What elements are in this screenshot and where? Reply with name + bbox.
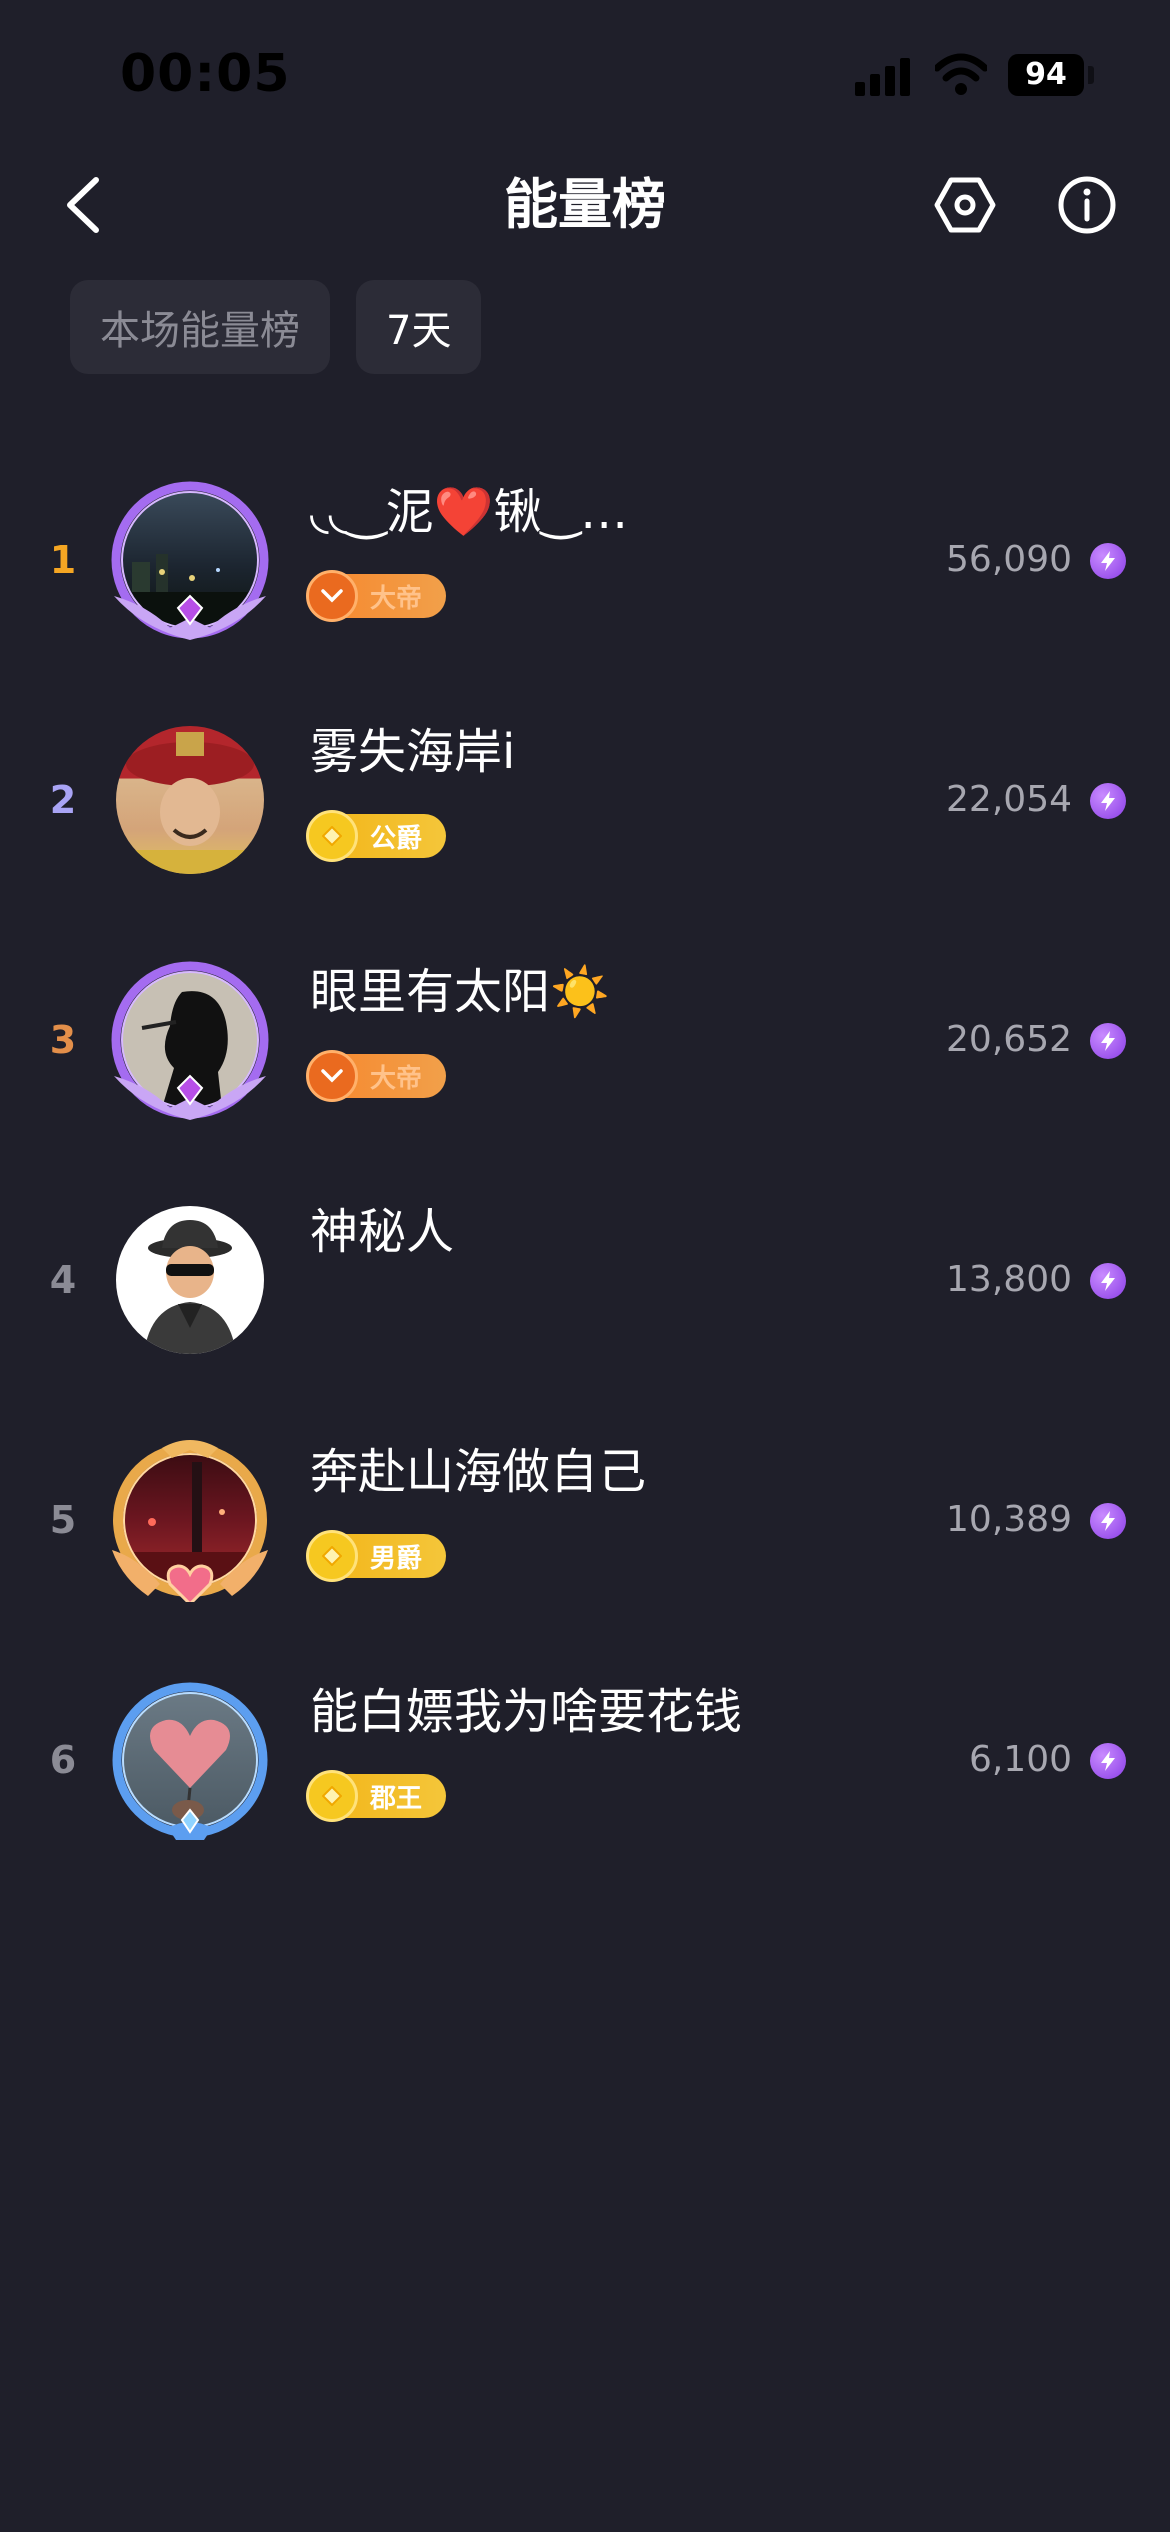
user-name: 奔赴山海做自己: [310, 1444, 647, 1500]
ranking-row[interactable]: 2 雾失海岸i 公爵 22,054: [0, 680, 1170, 920]
ranking-row[interactable]: 3 眼里有太阳☀️ 大帝 20,652: [0, 920, 1170, 1160]
lightning-icon: [1090, 1503, 1126, 1539]
avatar[interactable]: [108, 1678, 272, 1842]
info-button[interactable]: [1056, 174, 1118, 236]
avatar[interactable]: [108, 958, 272, 1122]
user-name: 眼里有太阳☀️: [310, 964, 610, 1020]
mystery-man-icon: [116, 1206, 264, 1354]
battery-tip: [1088, 66, 1094, 84]
header: 能量榜: [0, 160, 1170, 250]
rank-number: 5: [49, 1498, 77, 1542]
lightning-icon: [1090, 783, 1126, 819]
cellular-signal-icon: [855, 56, 915, 96]
avatar[interactable]: [108, 478, 272, 642]
user-name: ◟◟‿泥❤️锹‿…: [310, 484, 629, 540]
period-tabs: 本场能量榜 7天: [70, 280, 482, 374]
lightning-icon: [1090, 1743, 1126, 1779]
badge-label: 大帝: [370, 1063, 423, 1094]
ranking-row[interactable]: 5 奔赴山海做自己 男爵 10,389: [0, 1400, 1170, 1640]
level-badge: 男爵: [306, 1530, 446, 1582]
energy-score: 13,800: [946, 1259, 1072, 1300]
diamond-badge-icon: [306, 810, 358, 862]
tab-7-days[interactable]: 7天: [356, 280, 482, 374]
ranking-list: 1 ◟◟‿泥❤️锹‿… 大帝 56,090 2 雾失海岸i 公爵 22,054 …: [0, 440, 1170, 1880]
lightning-icon: [1090, 1263, 1126, 1299]
avatar[interactable]: [108, 1198, 272, 1362]
avatar[interactable]: [108, 1438, 272, 1602]
info-circle-icon: [1058, 176, 1116, 234]
energy-score: 10,389: [946, 1499, 1072, 1540]
rank-number: 4: [49, 1258, 77, 1302]
ranking-row[interactable]: 4 神秘人 13,800: [0, 1160, 1170, 1400]
energy-score: 56,090: [946, 539, 1072, 580]
energy-score: 20,652: [946, 1019, 1072, 1060]
avatar-image: [122, 972, 258, 1108]
settings-button[interactable]: [934, 174, 996, 236]
status-time: 00:05: [120, 44, 291, 104]
ranking-row[interactable]: 1 ◟◟‿泥❤️锹‿… 大帝 56,090: [0, 440, 1170, 680]
rank-number: 3: [49, 1018, 77, 1062]
energy-score: 22,054: [946, 779, 1072, 820]
lightning-icon: [1090, 543, 1126, 579]
ranking-row[interactable]: 6 能白嫖我为啥要花钱 郡王 6,100: [0, 1640, 1170, 1880]
avatar-image: [122, 1452, 258, 1588]
level-badge: 大帝: [306, 570, 446, 622]
level-badge: 大帝: [306, 1050, 446, 1102]
badge-label: 大帝: [370, 583, 423, 614]
rank-number: 6: [49, 1738, 77, 1782]
lightning-icon: [1090, 1023, 1126, 1059]
battery-level: 94: [1008, 54, 1084, 96]
user-name: 神秘人: [310, 1204, 455, 1260]
badge-label: 郡王: [370, 1783, 423, 1814]
energy-ranking-page: 00:05 94 能量榜 本场能量榜 7天 1 ◟◟‿泥❤️锹‿… 大帝 56,…: [0, 0, 1170, 2532]
diamond-badge-icon: [306, 1530, 358, 1582]
level-badge: 公爵: [306, 810, 446, 862]
status-bar: 00:05 94: [0, 0, 1170, 150]
wifi-icon: [935, 53, 987, 95]
user-name: 能白嫖我为啥要花钱: [310, 1684, 743, 1740]
hexagon-settings-icon: [934, 177, 996, 233]
crown-badge-icon: [306, 1050, 358, 1102]
user-name: 雾失海岸i: [310, 724, 516, 780]
avatar[interactable]: [108, 718, 272, 882]
tab-session-ranking[interactable]: 本场能量榜: [70, 280, 330, 374]
avatar-image: [122, 492, 258, 628]
avatar-image: [116, 726, 264, 874]
diamond-badge-icon: [306, 1770, 358, 1822]
rank-number: 2: [49, 778, 77, 822]
level-badge: 郡王: [306, 1770, 446, 1822]
energy-score: 6,100: [968, 1739, 1072, 1780]
badge-label: 公爵: [370, 823, 423, 854]
avatar-image: [122, 1692, 258, 1828]
rank-number: 1: [49, 538, 77, 582]
crown-badge-icon: [306, 570, 358, 622]
badge-label: 男爵: [370, 1543, 423, 1574]
